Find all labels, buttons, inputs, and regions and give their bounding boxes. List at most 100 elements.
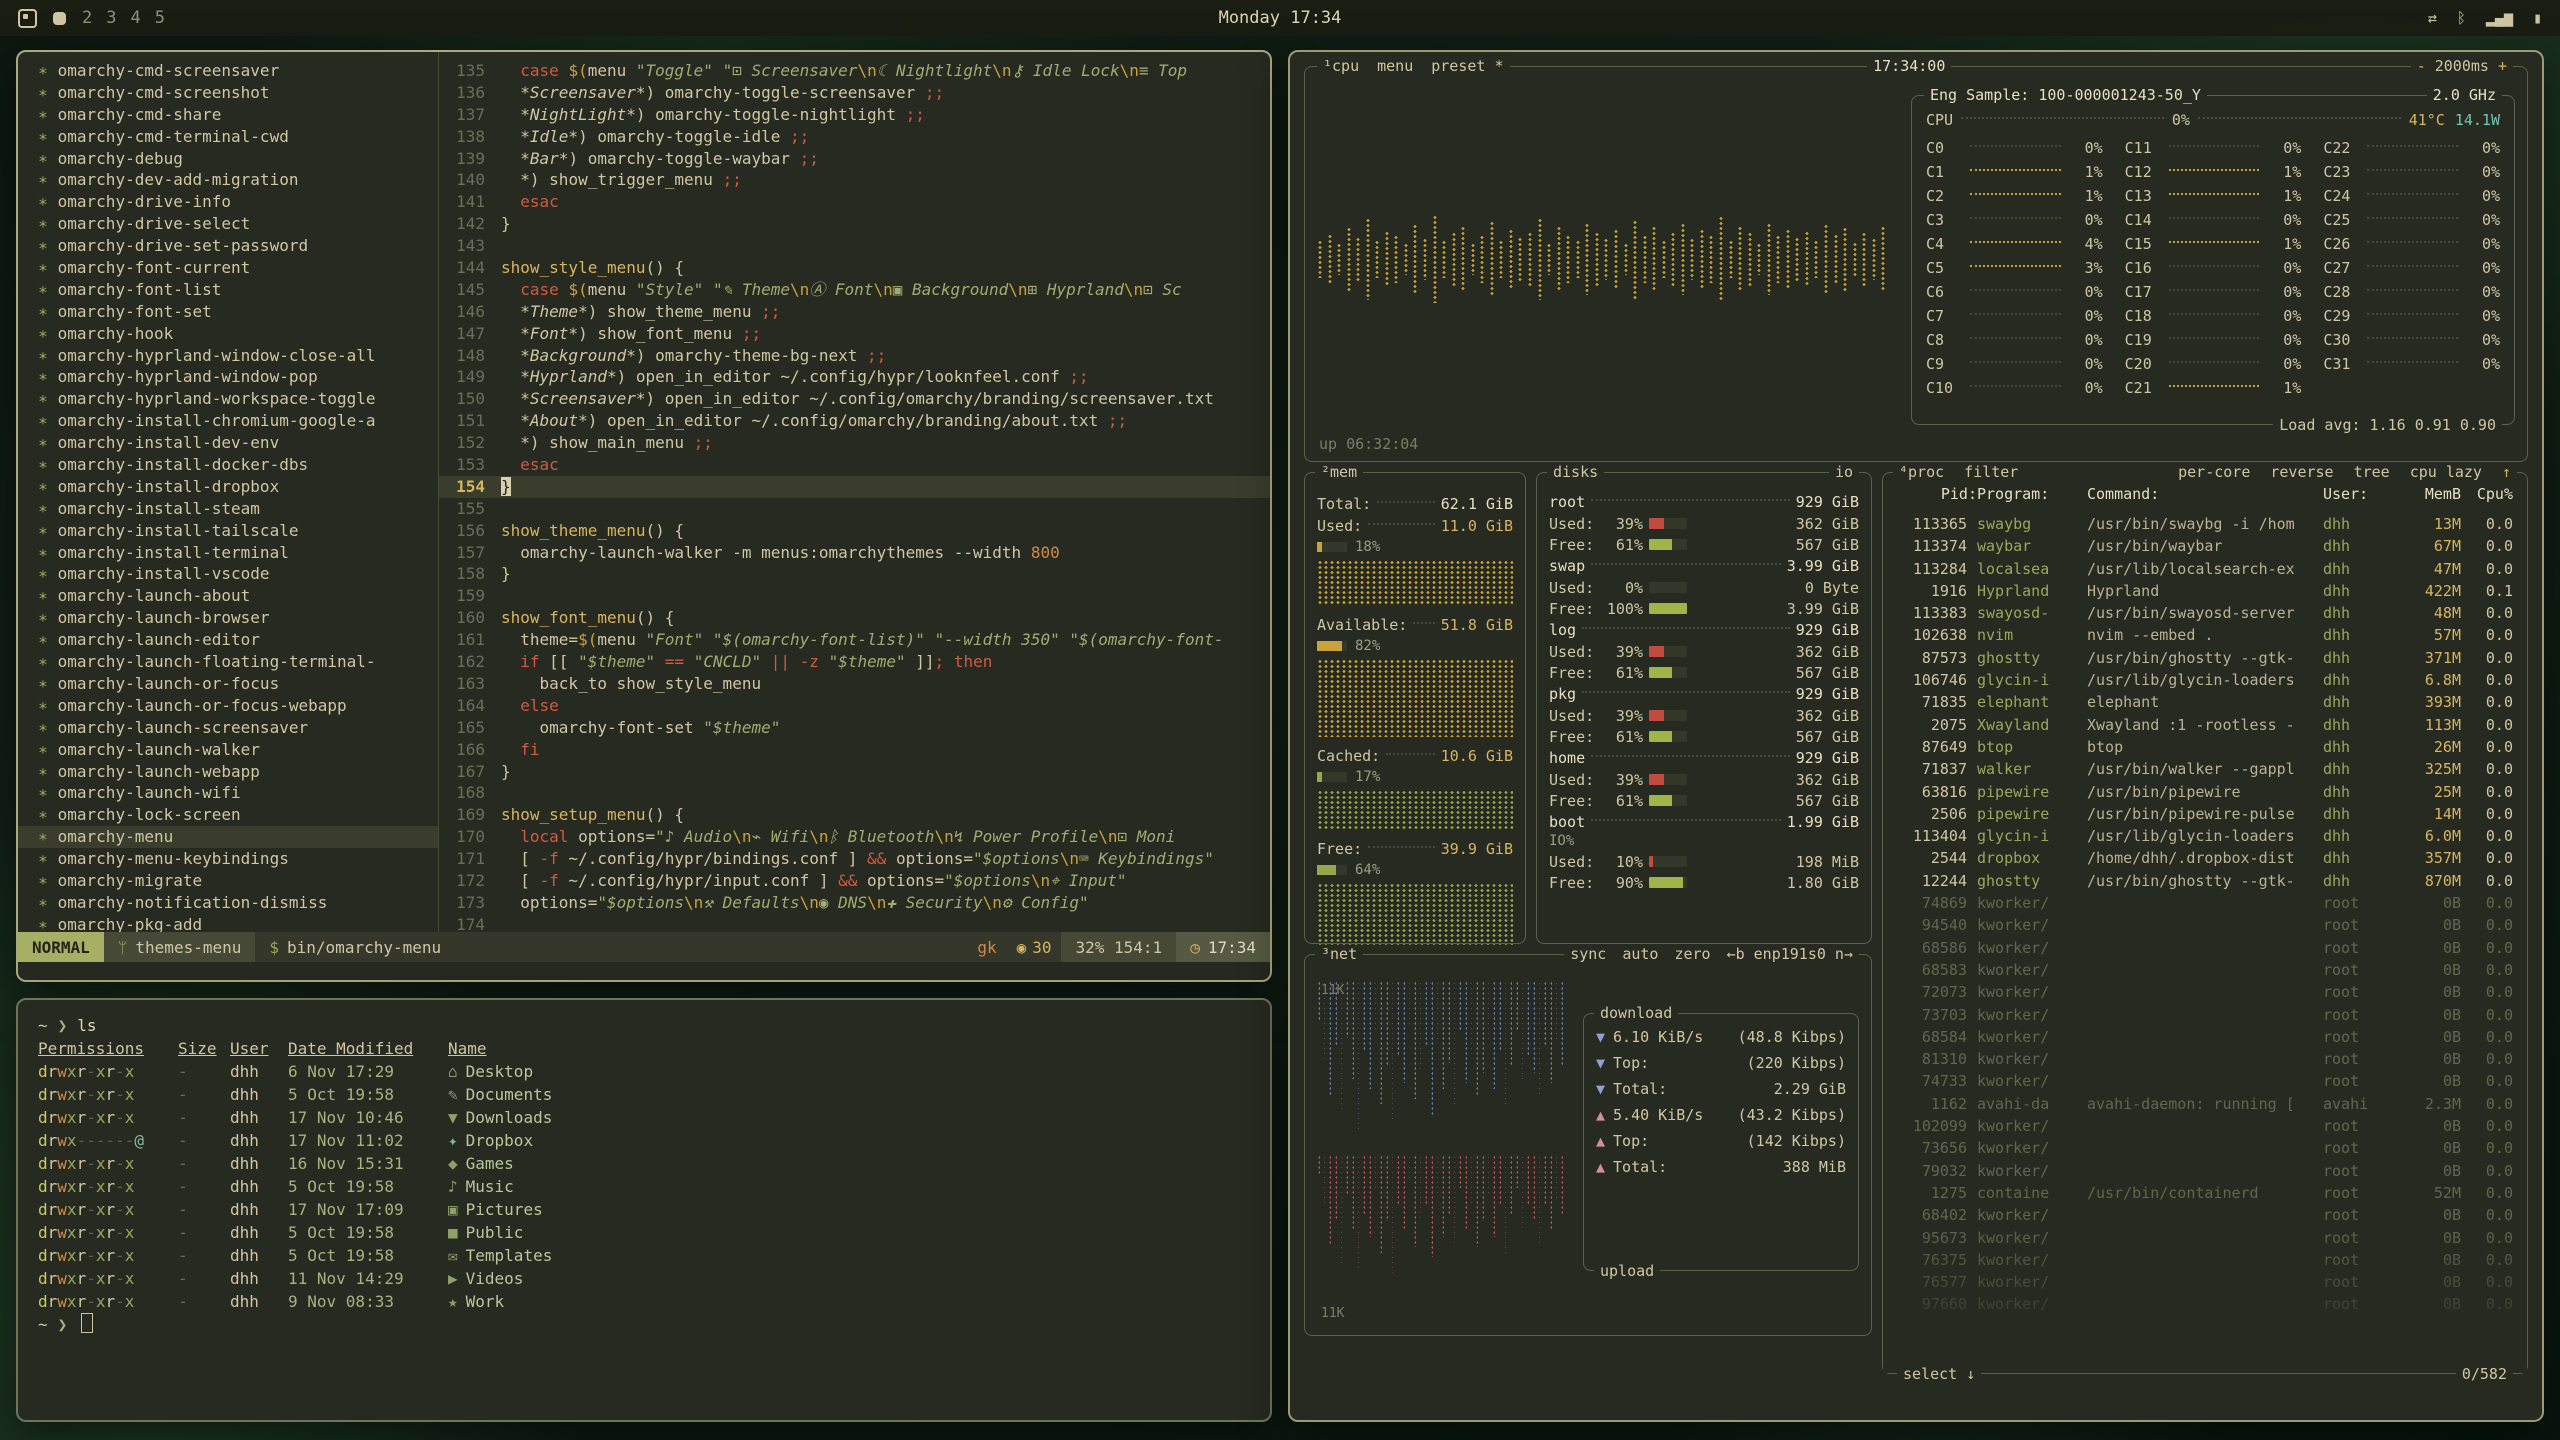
code-line[interactable]: 162 if [[ "$theme" == "CNCLD" || -z "$th… xyxy=(439,651,1270,673)
bluetooth-icon[interactable]: ᛒ xyxy=(2457,9,2466,27)
code-line[interactable]: 146 *Theme*) show_theme_menu ;; xyxy=(439,301,1270,323)
process-row[interactable]: 113284localsea/usr/lib/localsearch-exdhh… xyxy=(1895,558,2513,580)
file-item[interactable]: ∗omarchy-cmd-share xyxy=(38,104,438,126)
file-item[interactable]: ∗omarchy-launch-wifi xyxy=(38,782,438,804)
col-program[interactable]: Program: xyxy=(1977,485,2087,503)
terminal-window[interactable]: ~ ❯ ls PermissionsSizeUserDate ModifiedN… xyxy=(16,998,1272,1422)
code-line[interactable]: 141 esac xyxy=(439,191,1270,213)
process-row[interactable]: 73656kworker/root0B0.0 xyxy=(1895,1137,2513,1159)
code-line[interactable]: 145 case $(menu "Style" "✎ Theme\nⒶ Font… xyxy=(439,279,1270,301)
net-title[interactable]: ³net xyxy=(1315,945,1363,963)
file-item[interactable]: ∗omarchy-install-dev-env xyxy=(38,432,438,454)
code-line[interactable]: 152 *) show_main_menu ;; xyxy=(439,432,1270,454)
process-row[interactable]: 74869kworker/root0B0.0 xyxy=(1895,892,2513,914)
file-item[interactable]: ∗omarchy-cmd-terminal-cwd xyxy=(38,126,438,148)
process-row[interactable]: 76375kworker/root0B0.0 xyxy=(1895,1249,2513,1271)
process-row[interactable]: 94540kworker/root0B0.0 xyxy=(1895,914,2513,936)
code-line[interactable]: 153 esac xyxy=(439,454,1270,476)
process-row[interactable]: 113383swayosd-/usr/bin/swayosd-serverdhh… xyxy=(1895,602,2513,624)
file-item[interactable]: ∗omarchy-font-current xyxy=(38,257,438,279)
code-line[interactable]: 140 *) show_trigger_menu ;; xyxy=(439,169,1270,191)
code-line[interactable]: 150 *Screensaver*) open_in_editor ~/.con… xyxy=(439,388,1270,410)
proc-title[interactable]: ⁴proc xyxy=(1899,463,1944,481)
code-line[interactable]: 151 *About*) open_in_editor ~/.config/om… xyxy=(439,410,1270,432)
process-row[interactable]: 87573ghostty/usr/bin/ghostty --gtk-dhh37… xyxy=(1895,647,2513,669)
code-line[interactable]: 159 xyxy=(439,585,1270,607)
code-line[interactable]: 161 theme=$(menu "Font" "$(omarchy-font-… xyxy=(439,629,1270,651)
code-line[interactable]: 170 local options="♪ Audio\n⌁ Wifi\nᛒ Bl… xyxy=(439,826,1270,848)
code-line[interactable]: 166 fi xyxy=(439,739,1270,761)
file-item[interactable]: ∗omarchy-font-list xyxy=(38,279,438,301)
file-item[interactable]: ∗omarchy-font-set xyxy=(38,301,438,323)
preset-button[interactable]: preset * xyxy=(1431,57,1503,75)
file-item[interactable]: ∗omarchy-launch-browser xyxy=(38,607,438,629)
file-item[interactable]: ∗omarchy-hook xyxy=(38,323,438,345)
file-item[interactable]: ∗omarchy-cmd-screensaver xyxy=(38,60,438,82)
file-item[interactable]: ∗omarchy-launch-about xyxy=(38,585,438,607)
screencast-icon[interactable]: ⇄ xyxy=(2428,9,2437,27)
code-line[interactable]: 174 xyxy=(439,914,1270,932)
code-line[interactable]: 135 case $(menu "Toggle" "⊡ Screensaver\… xyxy=(439,60,1270,82)
proc-tab-per-core[interactable]: per-core xyxy=(2178,463,2250,481)
process-row[interactable]: 95673kworker/root0B0.0 xyxy=(1895,1227,2513,1249)
process-row[interactable]: 68586kworker/root0B0.0 xyxy=(1895,937,2513,959)
workspace-5[interactable]: 5 xyxy=(155,8,165,28)
disks-io-toggle[interactable]: io xyxy=(1829,463,1859,481)
code-editor[interactable]: 135 case $(menu "Toggle" "⊡ Screensaver\… xyxy=(438,52,1270,932)
process-row[interactable]: 2544dropbox/home/dhh/.dropbox-distdhh357… xyxy=(1895,847,2513,869)
code-line[interactable]: 158} xyxy=(439,563,1270,585)
process-row[interactable]: 113374waybar/usr/bin/waybardhh67M0.0 xyxy=(1895,535,2513,557)
activity-icon[interactable]: ▂▄▆ xyxy=(2486,9,2513,27)
code-line[interactable]: 172 [ -f ~/.config/hypr/input.conf ] && … xyxy=(439,870,1270,892)
process-list[interactable]: 113365swaybg/usr/bin/swaybg -i /homdhh13… xyxy=(1895,513,2513,1357)
process-row[interactable]: 113365swaybg/usr/bin/swaybg -i /homdhh13… xyxy=(1895,513,2513,535)
process-row[interactable]: 73703kworker/root0B0.0 xyxy=(1895,1004,2513,1026)
file-item[interactable]: ∗omarchy-install-docker-dbs xyxy=(38,454,438,476)
process-row[interactable]: 76577kworker/root0B0.0 xyxy=(1895,1271,2513,1293)
file-item[interactable]: ∗omarchy-notification-dismiss xyxy=(38,892,438,914)
code-line[interactable]: 160show_font_menu() { xyxy=(439,607,1270,629)
refresh-interval[interactable]: - 2000ms + xyxy=(2411,57,2513,75)
file-item[interactable]: ∗omarchy-launch-floating-terminal- xyxy=(38,651,438,673)
file-item[interactable]: ∗omarchy-launch-editor xyxy=(38,629,438,651)
file-item[interactable]: ∗omarchy-install-dropbox xyxy=(38,476,438,498)
process-row[interactable]: 68402kworker/root0B0.0 xyxy=(1895,1204,2513,1226)
net-tab-zero[interactable]: zero xyxy=(1674,945,1710,963)
workspace-1-indicator[interactable] xyxy=(18,9,37,28)
code-line[interactable]: 167} xyxy=(439,761,1270,783)
code-line[interactable]: 155 xyxy=(439,498,1270,520)
process-row[interactable]: 102099kworker/root0B0.0 xyxy=(1895,1115,2513,1137)
proc-tab-reverse[interactable]: reverse xyxy=(2270,463,2333,481)
code-line[interactable]: 171 [ -f ~/.config/hypr/bindings.conf ] … xyxy=(439,848,1270,870)
process-row[interactable]: 72073kworker/root0B0.0 xyxy=(1895,981,2513,1003)
process-row[interactable]: 2506pipewire/usr/bin/pipewire-pulsedhh14… xyxy=(1895,803,2513,825)
file-item[interactable]: ∗omarchy-menu-keybindings xyxy=(38,848,438,870)
code-line[interactable]: 143 xyxy=(439,235,1270,257)
process-row[interactable]: 79032kworker/root0B0.0 xyxy=(1895,1160,2513,1182)
file-item[interactable]: ∗omarchy-install-chromium-google-a xyxy=(38,410,438,432)
col-command[interactable]: Command: xyxy=(2087,485,2323,503)
file-item[interactable]: ∗omarchy-debug xyxy=(38,148,438,170)
proc-sort[interactable]: cpu lazy xyxy=(2410,463,2482,481)
file-item[interactable]: ∗omarchy-launch-walker xyxy=(38,739,438,761)
code-line[interactable]: 142} xyxy=(439,213,1270,235)
process-row[interactable]: 1275containe/usr/bin/containerdroot52M0.… xyxy=(1895,1182,2513,1204)
code-line[interactable]: 144show_style_menu() { xyxy=(439,257,1270,279)
process-row[interactable]: 63816pipewire/usr/bin/pipewiredhh25M0.0 xyxy=(1895,781,2513,803)
file-item[interactable]: ∗omarchy-hyprland-window-pop xyxy=(38,366,438,388)
file-item[interactable]: ∗omarchy-lock-screen xyxy=(38,804,438,826)
code-line[interactable]: 149 *Hyprland*) open_in_editor ~/.config… xyxy=(439,366,1270,388)
process-row[interactable]: 12244ghostty/usr/bin/ghostty --gtk-dhh87… xyxy=(1895,870,2513,892)
code-line[interactable]: 164 else xyxy=(439,695,1270,717)
code-line[interactable]: 156show_theme_menu() { xyxy=(439,520,1270,542)
file-item[interactable]: ∗omarchy-install-vscode xyxy=(38,563,438,585)
net-tab-auto[interactable]: auto xyxy=(1622,945,1658,963)
file-item[interactable]: ∗omarchy-pkg-add xyxy=(38,914,438,932)
interval-minus[interactable]: - xyxy=(2417,57,2426,75)
process-row[interactable]: 2075XwaylandXwayland :1 -rootless -dhh11… xyxy=(1895,714,2513,736)
file-item[interactable]: ∗omarchy-hyprland-window-close-all xyxy=(38,345,438,367)
disks-title[interactable]: disks xyxy=(1547,463,1604,481)
code-line[interactable]: 154} xyxy=(439,476,1270,498)
code-line[interactable]: 157 omarchy-launch-walker -m menus:omarc… xyxy=(439,542,1270,564)
file-item[interactable]: ∗omarchy-drive-set-password xyxy=(38,235,438,257)
